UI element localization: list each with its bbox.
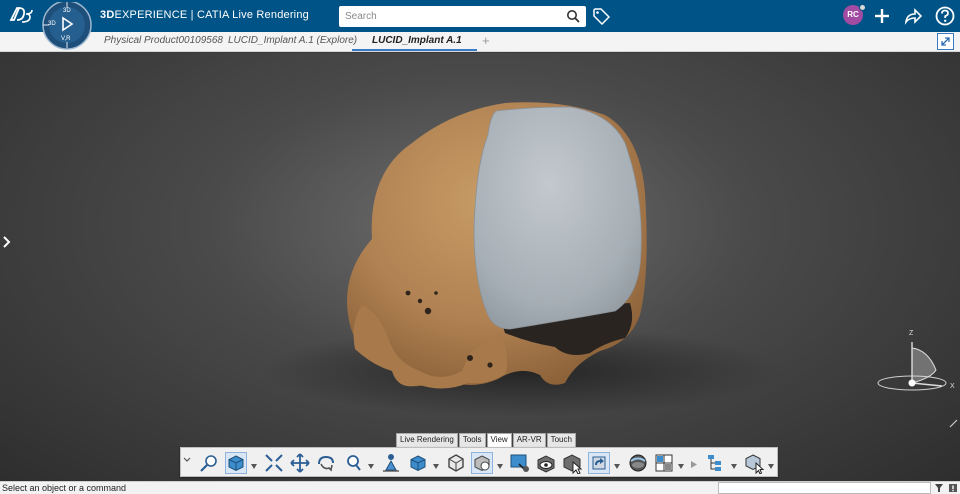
active-tab-indicator [352,49,477,51]
user-avatar[interactable]: RC [843,4,866,25]
cube-select-icon[interactable] [743,452,765,475]
view-selection-icon[interactable] [509,452,531,474]
help-icon[interactable] [934,5,956,27]
swap-dropdown-icon[interactable] [614,460,620,469]
search-input[interactable] [339,6,554,27]
axis-label-x: X [950,383,955,390]
warning-icon[interactable] [948,483,958,493]
tab-lucid-implant[interactable]: LUCID_Implant A.1 [372,35,462,46]
fit-all-icon[interactable] [263,452,285,474]
ambiance-icon[interactable] [627,452,649,474]
action-bar [180,447,778,477]
action-bar-section-tabs: Live Rendering Tools View AR-VR Touch [396,433,577,447]
compass-label-bottom: V,R [61,36,71,42]
compass-widget[interactable]: 3D 3D V,R [41,0,107,52]
search-icon[interactable] [566,9,580,23]
quick-view-icon[interactable] [407,452,429,474]
avatar-initials: RC [847,10,859,19]
axis-triad[interactable] [876,328,956,398]
rotate-icon[interactable] [315,452,337,474]
tab-lucid-implant-explore[interactable]: LUCID_Implant A.1 (Explore) [228,35,357,46]
section-tab-view[interactable]: View [486,433,512,447]
dassault-logo-icon[interactable] [8,4,34,26]
render-style-icon[interactable] [471,452,493,474]
render-style-dropdown-icon[interactable] [497,460,503,469]
normal-view-icon[interactable] [380,452,402,474]
command-input[interactable] [718,482,931,494]
plus-icon[interactable] [872,5,892,27]
add-tab-icon[interactable]: + [482,33,490,48]
pan-icon[interactable] [289,452,311,474]
quick-view-dropdown-icon[interactable] [433,460,439,469]
search-box[interactable] [339,6,586,27]
swap-visible-space-icon[interactable] [588,452,610,474]
multi-view-icon[interactable] [653,452,675,474]
status-message: Select an object or a command [2,483,127,493]
section-tab-ar-vr[interactable]: AR-VR [512,433,546,447]
cube-select-dropdown-icon[interactable] [768,460,774,469]
app-title: 3DEXPERIENCE | CATIA Live Rendering [100,9,309,21]
section-tab-live-rendering[interactable]: Live Rendering [396,433,458,447]
tree-icon[interactable] [705,452,727,474]
status-bar: Select an object or a command [0,481,960,494]
wireframe-icon[interactable] [445,452,467,474]
filter-icon[interactable] [934,483,944,493]
resize-handle-icon[interactable] [948,418,958,428]
view-mode-dropdown-icon[interactable] [251,460,257,469]
select-icon[interactable] [561,452,583,475]
hide-show-icon[interactable] [535,452,557,474]
action-bar-collapse-icon[interactable] [183,452,191,474]
view-mode-icon[interactable] [225,452,247,474]
multi-view-dropdown-icon[interactable] [678,460,684,469]
3d-viewport[interactable]: Z X [0,53,960,481]
top-bar: 3DEXPERIENCE | CATIA Live Rendering RC [0,0,960,32]
maximize-icon[interactable] [937,33,954,50]
tab-physical-product[interactable]: Physical Product00109568 [104,35,223,46]
share-icon[interactable] [903,5,923,27]
document-tab-bar: Physical Product00109568 LUCID_Implant A… [0,32,960,52]
presence-dot [859,4,866,11]
section-tab-touch[interactable]: Touch [546,433,576,447]
section-expand-icon[interactable] [691,459,697,468]
zoom-dropdown-icon[interactable] [368,460,374,469]
compass-label-top: 3D [63,8,71,14]
section-tab-tools[interactable]: Tools [458,433,486,447]
skull-model[interactable] [0,53,960,481]
tree-dropdown-icon[interactable] [731,460,737,469]
compass-label-left: 3D [48,21,56,27]
zoom-icon[interactable] [343,452,365,474]
axis-label-z: Z [909,330,914,337]
tag-icon[interactable] [592,7,611,26]
zoom-area-icon[interactable] [198,452,220,474]
